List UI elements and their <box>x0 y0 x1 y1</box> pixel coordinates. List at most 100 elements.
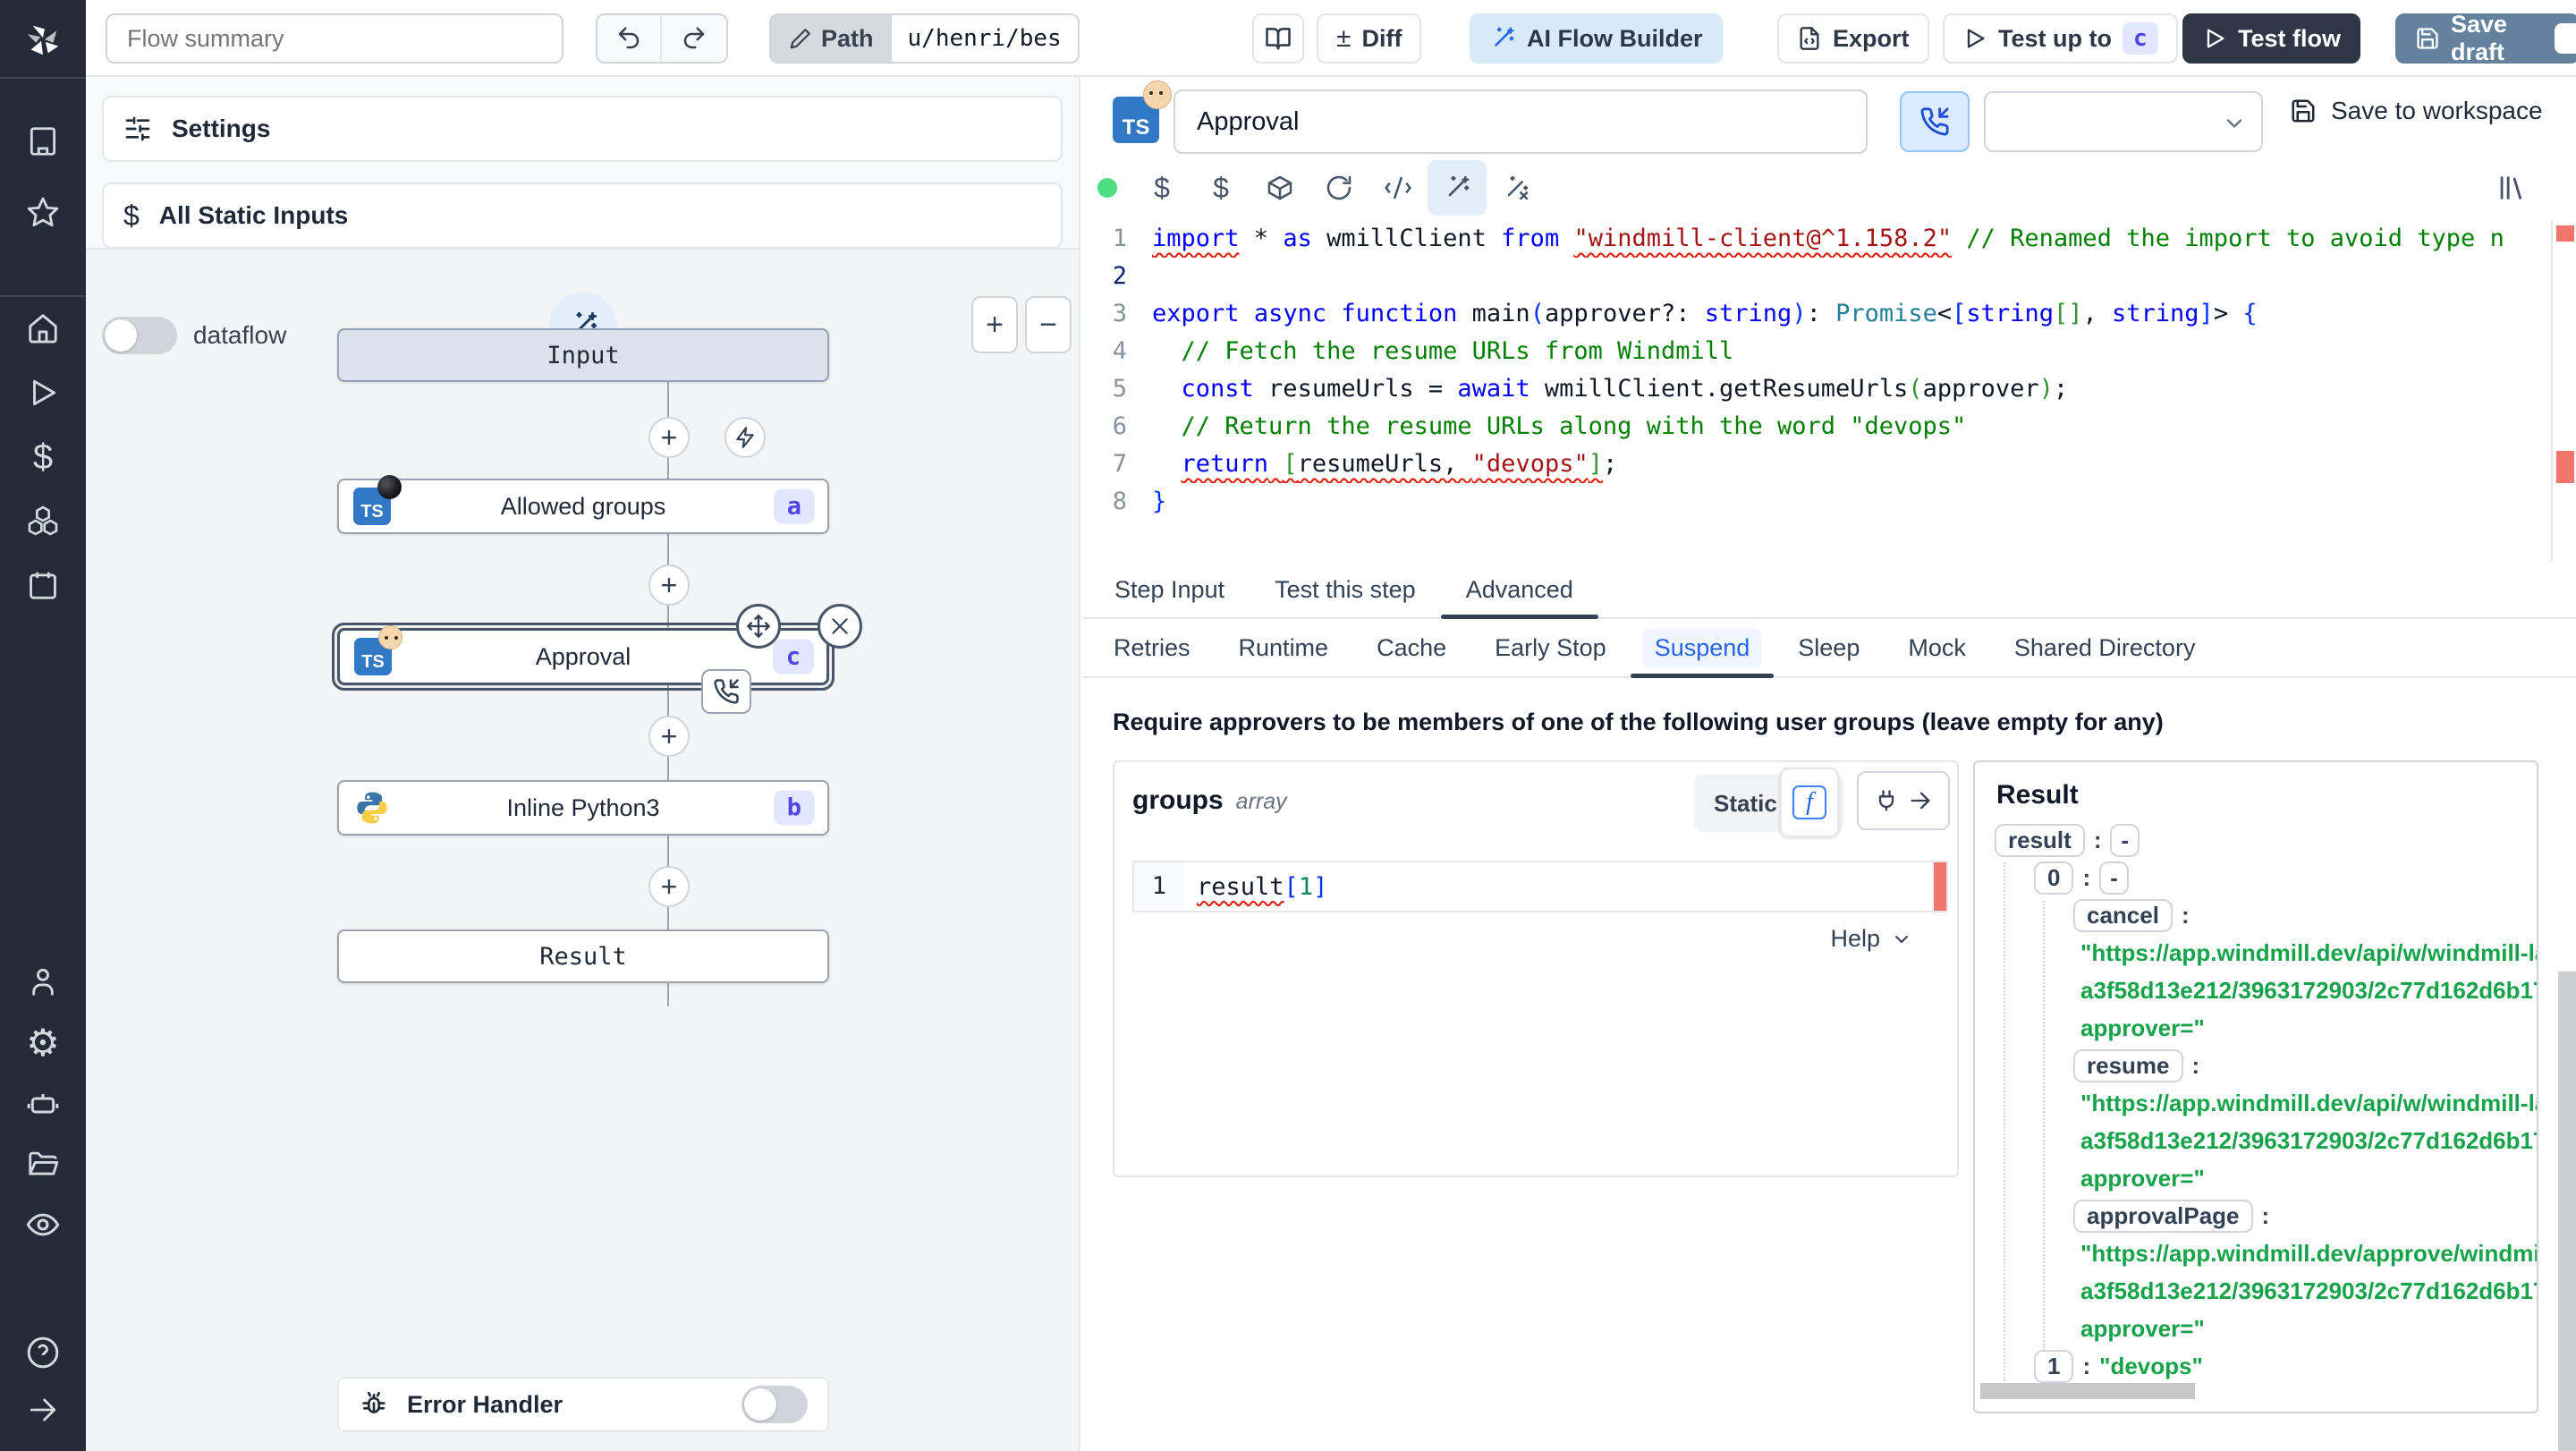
subtab-runtime[interactable]: Runtime <box>1215 619 1353 676</box>
code-minimap[interactable] <box>2551 220 2576 562</box>
json-key-chip[interactable]: result <box>1995 823 2085 857</box>
function-mode-button[interactable]: f <box>1780 768 1839 837</box>
delete-step-button[interactable] <box>818 604 862 649</box>
subtab-cache[interactable]: Cache <box>1352 619 1470 676</box>
flow-panel: Settings $ All Static Inputs dataflow + … <box>86 77 1080 1451</box>
subtab-suspend[interactable]: Suspend <box>1630 619 1775 678</box>
test-flow-button[interactable]: Test flow <box>2182 13 2361 64</box>
json-key-chip[interactable]: cancel <box>2073 898 2173 932</box>
add-step-button[interactable]: + <box>648 716 690 757</box>
code-line[interactable]: 3 export async function main(approver?: s… <box>1082 295 2576 333</box>
all-static-inputs-button[interactable]: $ All Static Inputs <box>102 182 1063 249</box>
code-editor[interactable]: 1 import * as wmillClient from "windmill-… <box>1082 220 2576 562</box>
json-key-chip[interactable]: 1 <box>2034 1349 2074 1383</box>
redo-button[interactable] <box>662 15 726 62</box>
collapse-button[interactable]: - <box>2099 861 2129 895</box>
sidebar-item-folders[interactable] <box>0 1132 86 1196</box>
flow-node-inline-python3[interactable]: Inline Python3 b <box>337 780 829 836</box>
json-key-chip[interactable]: resume <box>2073 1048 2183 1082</box>
sidebar-item-runs[interactable] <box>0 361 86 425</box>
path-control[interactable]: Path u/henri/bes <box>769 13 1080 64</box>
sidebar-item-help[interactable] <box>0 1320 86 1385</box>
workspace-script-select[interactable] <box>1984 91 2263 152</box>
topbar: Path u/henri/bes ± Diff AI Flow Builder … <box>86 0 2576 77</box>
sidebar-item-home[interactable] <box>0 296 86 361</box>
help-dropdown[interactable]: Help <box>1830 925 1912 953</box>
reload-icon[interactable] <box>1309 174 1368 202</box>
result-horizontal-scrollbar[interactable] <box>1980 1383 2195 1399</box>
dataflow-toggle[interactable] <box>102 317 177 354</box>
path-value[interactable]: u/henri/bes <box>891 15 1078 62</box>
tab-test-this-step[interactable]: Test this step <box>1250 562 1441 617</box>
suspend-phone-button[interactable] <box>1900 91 1970 152</box>
code-line[interactable]: 4 // Fetch the resume URLs from Windmill <box>1082 333 2576 370</box>
flow-summary-input[interactable] <box>106 13 564 64</box>
groups-expression-editor[interactable]: 1 result[1] <box>1132 861 1948 912</box>
flow-node-result[interactable]: Result <box>337 929 829 983</box>
collapse-button[interactable]: - <box>2110 823 2140 857</box>
code-line[interactable]: 6 // Return the resume URLs along with t… <box>1082 408 2576 445</box>
ai-wand-off-icon[interactable] <box>1487 174 1546 202</box>
export-label: Export <box>1833 24 1910 52</box>
resources-icon[interactable]: $ <box>1191 172 1250 205</box>
save-draft-button[interactable]: Save draft <box>2395 11 2576 65</box>
library-icon[interactable] <box>2481 173 2540 203</box>
trigger-bolt-button[interactable] <box>724 417 766 458</box>
diff-button[interactable]: ± Diff <box>1317 13 1422 64</box>
zoom-in-button[interactable]: + <box>971 296 1018 353</box>
add-step-button[interactable]: + <box>648 564 690 606</box>
sidebar-item-resources[interactable] <box>0 488 86 553</box>
subtab-mock[interactable]: Mock <box>1884 619 1990 676</box>
sidebar-item-workspace[interactable] <box>0 109 86 174</box>
docs-button[interactable] <box>1252 13 1304 64</box>
add-step-button[interactable]: + <box>648 866 690 907</box>
subtab-shared-directory[interactable]: Shared Directory <box>1990 619 2220 676</box>
windmill-logo-icon[interactable] <box>0 7 86 72</box>
save-to-workspace-button[interactable]: Save to workspace <box>2290 97 2543 125</box>
code-line[interactable]: 5 const resumeUrls = await wmillClient.g… <box>1082 370 2576 408</box>
emoji-badge-icon <box>1143 81 1172 109</box>
flow-node-input[interactable]: Input <box>337 328 829 382</box>
subtab-sleep[interactable]: Sleep <box>1774 619 1884 676</box>
json-key-chip[interactable]: 0 <box>2034 861 2074 895</box>
package-icon[interactable] <box>1250 174 1309 202</box>
test-up-to-step-badge: c <box>2122 22 2158 55</box>
sidebar-expand-icon[interactable] <box>0 1378 86 1442</box>
variables-icon[interactable]: $ <box>1132 172 1191 205</box>
zoom-out-button[interactable]: − <box>1025 296 1072 353</box>
page-vertical-scrollbar[interactable] <box>2558 972 2576 1451</box>
code-line[interactable]: 7 return [resumeUrls, "devops"]; <box>1082 445 2576 483</box>
ai-wand-icon[interactable] <box>1428 160 1487 216</box>
connect-input-button[interactable] <box>1857 771 1950 830</box>
sidebar-item-audit-logs[interactable] <box>0 1192 86 1257</box>
error-handler-toggle[interactable] <box>741 1386 808 1423</box>
step-name-input[interactable] <box>1174 89 1868 154</box>
suspend-phone-badge[interactable] <box>701 669 751 714</box>
json-key-chip[interactable]: approvalPage <box>2073 1199 2253 1233</box>
sidebar-item-workers[interactable] <box>0 1071 86 1135</box>
undo-button[interactable] <box>597 15 662 62</box>
tab-advanced[interactable]: Advanced <box>1440 562 1598 619</box>
ai-flow-builder-button[interactable]: AI Flow Builder <box>1470 13 1723 64</box>
sidebar-item-schedules[interactable] <box>0 553 86 617</box>
arrow-right-icon <box>1908 788 1933 813</box>
tab-step-input[interactable]: Step Input <box>1089 562 1250 617</box>
export-button[interactable]: Export <box>1777 13 1929 64</box>
format-icon[interactable] <box>1368 174 1428 202</box>
pencil-icon <box>789 27 812 50</box>
error-handler-card[interactable]: Error Handler <box>337 1377 829 1432</box>
subtab-early-stop[interactable]: Early Stop <box>1470 619 1631 676</box>
flow-settings-button[interactable]: Settings <box>102 96 1063 162</box>
code-line[interactable]: 1 import * as wmillClient from "windmill-… <box>1082 220 2576 258</box>
move-step-button[interactable] <box>736 604 781 649</box>
code-line[interactable]: 2 <box>1082 258 2576 295</box>
sidebar-item-users[interactable] <box>0 949 86 1014</box>
subtab-retries[interactable]: Retries <box>1089 619 1215 676</box>
sidebar-item-favorites[interactable] <box>0 180 86 244</box>
sidebar-item-settings[interactable]: ⚙ <box>0 1010 86 1074</box>
add-step-button[interactable]: + <box>648 417 690 458</box>
sidebar-item-variables[interactable]: $ <box>0 425 86 489</box>
code-line[interactable]: 8} <box>1082 483 2576 521</box>
test-up-to-button[interactable]: Test up to c <box>1943 13 2178 64</box>
flow-node-allowed-groups[interactable]: TS Allowed groups a <box>337 475 829 534</box>
